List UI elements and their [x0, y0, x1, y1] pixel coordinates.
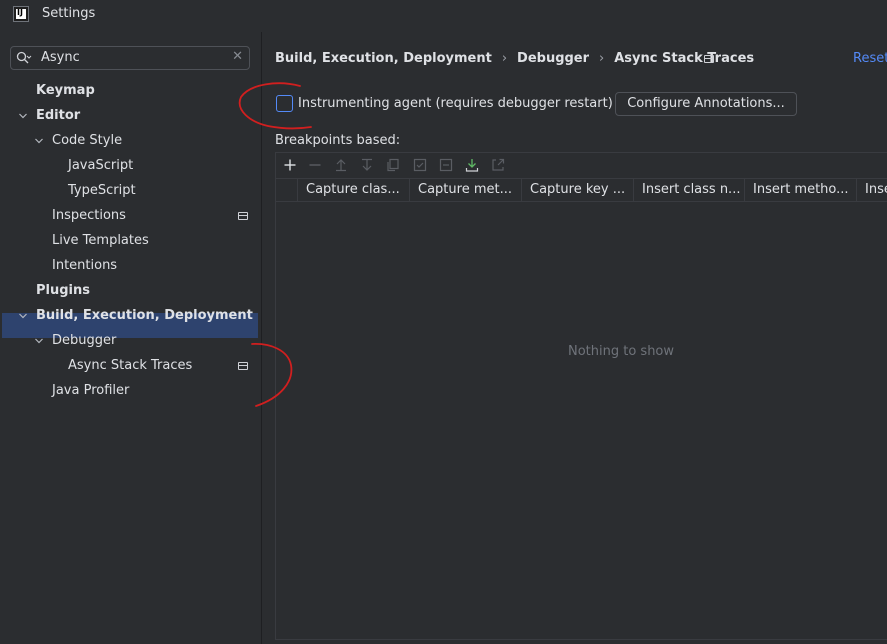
chevron-right-icon: › [501, 51, 508, 66]
move-down-icon[interactable] [359, 157, 375, 173]
breadcrumb: Build, Execution, Deployment › Debugger › As… [275, 50, 754, 68]
chevron-right-icon: › [599, 51, 605, 66]
breadcrumb-item[interactable]: Debugger [517, 50, 589, 68]
column-header[interactable]: Capture key ... [521, 179, 633, 201]
tree-item-label: Async Stack Traces [68, 358, 193, 373]
search-icon [16, 51, 32, 65]
project-scope-icon [238, 362, 248, 370]
copy-icon[interactable] [385, 157, 401, 173]
window-title: Settings [42, 6, 96, 21]
column-header[interactable]: Insert metho... [744, 179, 856, 201]
breadcrumb-item[interactable]: Build, Execution, Deployment [275, 50, 492, 68]
tree-item-build-execution-deployment[interactable]: Build, Execution, Deployment [36, 303, 253, 328]
tree-item-label: Inspections [52, 208, 126, 223]
reset-link[interactable]: Reset [853, 50, 887, 68]
column-header[interactable]: Insert class n... [633, 179, 744, 201]
tree-item-label: Intentions [52, 258, 118, 273]
tree-item-keymap[interactable]: Keymap [36, 78, 95, 103]
tree-item-label: Plugins [36, 283, 90, 298]
instrumenting-agent-checkbox[interactable] [276, 95, 293, 112]
import-icon[interactable] [464, 157, 480, 173]
clear-search-icon[interactable]: ✕ [232, 49, 243, 64]
tree-item-label: Keymap [36, 83, 95, 98]
tree-item-label: Build, Execution, Deployment [36, 308, 253, 323]
chevron-down-icon[interactable] [34, 336, 44, 346]
tree-item-intentions[interactable]: Intentions [52, 253, 117, 278]
tree-item-label: Java Profiler [52, 383, 130, 398]
column-header[interactable]: Capture clas... [297, 179, 409, 201]
sidebar-divider [261, 32, 262, 644]
tree-item-debugger[interactable]: Debugger [52, 328, 116, 353]
tree-item-label: Code Style [52, 133, 123, 148]
column-header[interactable]: Capture met... [409, 179, 521, 201]
uncheck-all-icon[interactable] [438, 157, 454, 173]
empty-table-message: Nothing to show [567, 344, 675, 359]
settings-search-input[interactable]: Async ✕ [10, 46, 250, 70]
tree-item-label: Live Templates [52, 233, 149, 248]
tree-item-javascript[interactable]: JavaScript [68, 153, 133, 178]
tree-item-label: Editor [36, 108, 81, 123]
chevron-down-icon[interactable] [18, 111, 28, 121]
remove-icon[interactable] [307, 157, 323, 173]
table-toolbar [276, 153, 887, 178]
move-up-icon[interactable] [333, 157, 349, 173]
check-all-icon[interactable] [412, 157, 428, 173]
project-scope-icon [238, 212, 248, 220]
tree-item-code-style[interactable]: Code Style [52, 128, 122, 153]
tree-item-editor[interactable]: Editor [36, 103, 80, 128]
tree-item-live-templates[interactable]: Live Templates [52, 228, 149, 253]
breakpoints-based-label: Breakpoints based: [275, 133, 401, 148]
table-header: Capture clas... Capture met... Capture k… [276, 178, 887, 202]
chevron-down-icon[interactable] [18, 311, 28, 321]
breakpoints-table: Capture clas... Capture met... Capture k… [275, 152, 887, 640]
add-icon[interactable] [282, 157, 298, 173]
configure-annotations-button[interactable]: Configure Annotations... [615, 92, 797, 116]
tree-item-plugins[interactable]: Plugins [36, 278, 90, 303]
chevron-down-icon[interactable] [34, 136, 44, 146]
search-value: Async [41, 50, 80, 65]
tree-item-typescript[interactable]: TypeScript [68, 178, 136, 203]
breadcrumb-item: Async Stack Traces [614, 51, 755, 66]
column-header[interactable]: Inse [856, 179, 887, 201]
export-icon[interactable] [490, 157, 506, 173]
title-bar: Settings [0, 0, 887, 32]
tree-item-label: TypeScript [68, 183, 136, 198]
tree-item-java-profiler[interactable]: Java Profiler [52, 378, 129, 403]
tree-item-label: Debugger [52, 333, 117, 348]
instrumenting-agent-label[interactable]: Instrumenting agent (requires debugger r… [298, 95, 613, 113]
intellij-logo-icon [13, 6, 29, 22]
tree-item-async-stack-traces[interactable]: Async Stack Traces [68, 353, 192, 378]
tree-item-inspections[interactable]: Inspections [52, 203, 126, 228]
project-scope-icon [704, 55, 714, 63]
tree-item-label: JavaScript [68, 158, 134, 173]
